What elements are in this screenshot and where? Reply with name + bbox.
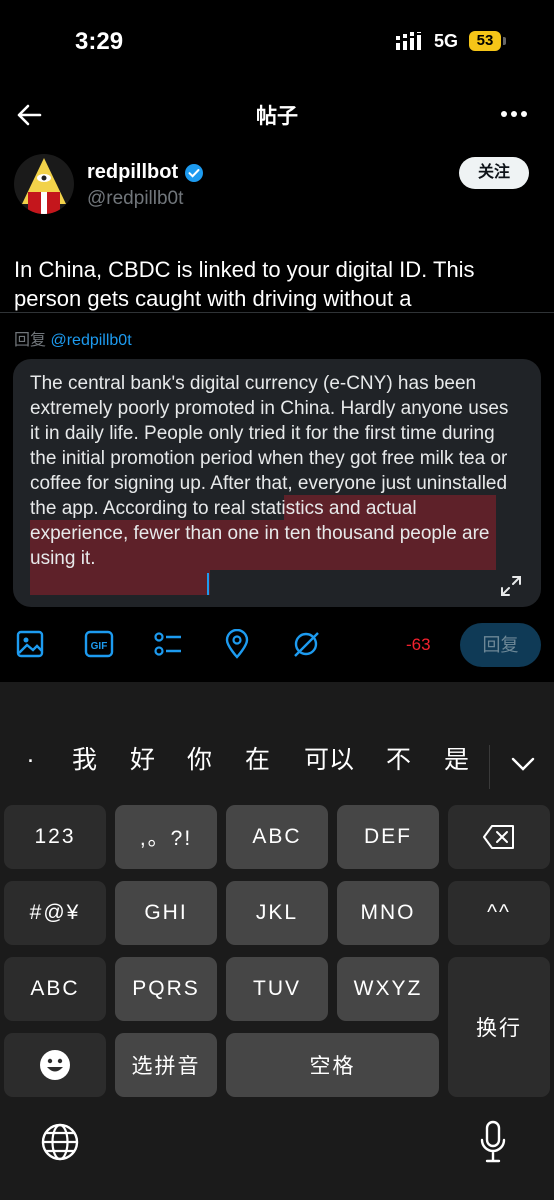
key-abc-mode[interactable]: ABC [4,957,106,1021]
name-row: redpillbot [87,161,204,184]
location-icon[interactable] [222,629,252,659]
grok-icon[interactable] [291,629,321,659]
chevron-down-icon[interactable] [510,755,536,773]
divider [0,312,554,313]
key-emoticon[interactable]: ^^ [448,881,550,945]
microphone-icon[interactable] [478,1120,508,1164]
candidate-word[interactable]: 你 [187,740,212,776]
globe-icon[interactable] [40,1122,80,1162]
backspace-icon [483,825,514,849]
tweet-text: In China, CBDC is linked to your digital… [14,257,475,311]
backspace-key[interactable] [448,805,550,869]
key-ghi[interactable]: GHI [115,881,217,945]
space-key[interactable]: 空格 [226,1033,439,1097]
user-handle: @redpillb0t [87,188,184,209]
key-pinyin-select[interactable]: 选拼音 [115,1033,217,1097]
display-name[interactable]: redpillbot [87,161,178,184]
emoji-key[interactable] [4,1033,106,1097]
replying-to: 回复 @redpillb0t [14,326,132,350]
candidate-word[interactable]: 在 [245,740,270,776]
image-icon[interactable] [15,629,45,659]
reply-button[interactable]: 回复 [460,623,541,667]
avatar[interactable] [14,154,74,214]
key-newline[interactable]: 换行 [448,957,550,1097]
key-123[interactable]: 123 [4,805,106,869]
candidate-bar: . 我 好 你 在 可以 不 是 [0,740,554,792]
key-symbols[interactable]: #@¥ [4,881,106,945]
text-cursor [207,573,209,595]
svg-text:GIF: GIF [91,641,108,652]
candidate-separator [489,745,490,789]
replying-to-prefix: 回复 [14,332,47,349]
reply-mention-link[interactable]: @redpillb0t [50,332,131,349]
more-dots-icon[interactable] [500,108,530,120]
signal-icon [396,32,421,50]
candidate-word[interactable]: 可以 [304,740,354,776]
key-abc[interactable]: ABC [226,805,328,869]
battery-indicator: 53 [469,31,501,51]
avatar-image [22,158,66,214]
character-count: -63 [406,635,431,654]
candidate-word[interactable]: . [27,740,34,769]
candidate-word[interactable]: 是 [444,740,469,776]
text-over-limit-highlight [30,570,210,595]
reply-text-input[interactable]: The central bank's digital currency (e-C… [30,371,510,571]
expand-icon[interactable] [500,575,522,597]
key-pqrs[interactable]: PQRS [115,957,217,1021]
candidate-word[interactable]: 我 [72,740,97,776]
status-time: 3:29 [75,28,124,55]
gif-icon[interactable]: GIF [84,629,114,659]
emoji-icon [40,1050,70,1080]
key-tuv[interactable]: TUV [226,957,328,1021]
key-punctuation[interactable]: ,。?! [115,805,217,869]
key-def[interactable]: DEF [337,805,439,869]
key-mno[interactable]: MNO [337,881,439,945]
verified-badge-icon [185,163,204,182]
key-wxyz[interactable]: WXYZ [337,957,439,1021]
poll-icon[interactable] [153,629,183,659]
key-jkl[interactable]: JKL [226,881,328,945]
follow-button[interactable]: 关注 [459,157,529,189]
page-title: 帖子 [256,105,298,128]
battery-tip [503,37,506,45]
candidate-word[interactable]: 不 [386,740,411,776]
candidate-word[interactable]: 好 [130,740,155,776]
network-type: 5G [434,31,459,51]
